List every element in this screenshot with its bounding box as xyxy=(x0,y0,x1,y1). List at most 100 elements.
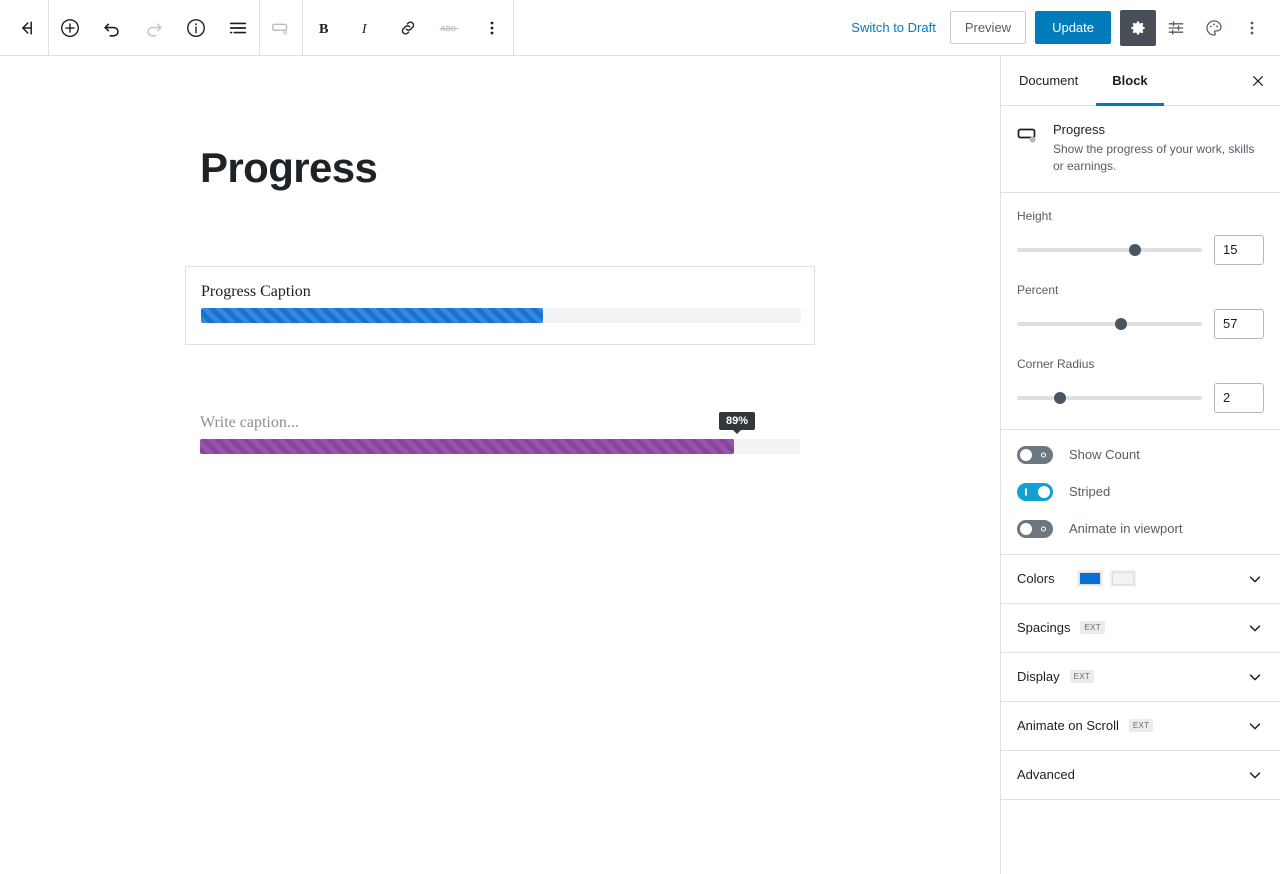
settings-sidebar: Document Block Progress Show the progres… xyxy=(1000,56,1280,874)
percent-input[interactable] xyxy=(1214,308,1264,339)
swatch-primary[interactable] xyxy=(1076,570,1103,588)
text-format-group: B I ABC xyxy=(303,0,513,56)
height-input[interactable] xyxy=(1214,234,1264,265)
animate-in-viewport-row: Animate in viewport xyxy=(1017,519,1264,538)
tab-document[interactable]: Document xyxy=(1003,56,1094,105)
slider-thumb[interactable] xyxy=(1053,391,1066,404)
progress-track: 89% xyxy=(200,412,800,454)
svg-text:B: B xyxy=(319,21,329,37)
block-type-group xyxy=(260,0,302,56)
height-slider[interactable] xyxy=(1017,243,1202,256)
panel-title: Display xyxy=(1017,669,1060,685)
slider-thumb[interactable] xyxy=(1114,317,1127,330)
panel-spacings[interactable]: Spacings EXT xyxy=(1001,604,1280,653)
svg-text:I: I xyxy=(361,21,368,37)
corner-radius-slider[interactable] xyxy=(1017,391,1202,404)
chevron-down-icon xyxy=(1246,619,1264,637)
undo-icon[interactable] xyxy=(91,7,133,49)
toggle-knob xyxy=(1020,522,1032,535)
animate-in-viewport-label: Animate in viewport xyxy=(1069,521,1183,537)
chevron-down-icon xyxy=(1246,570,1264,588)
panel-advanced[interactable]: Advanced xyxy=(1001,751,1280,800)
swatch-background[interactable] xyxy=(1109,570,1136,588)
list-view-icon[interactable] xyxy=(217,7,259,49)
panel-animate-on-scroll[interactable]: Animate on Scroll EXT xyxy=(1001,702,1280,751)
sidebar-tabs: Document Block xyxy=(1001,56,1280,106)
height-label: Height xyxy=(1017,208,1052,223)
chevron-down-icon xyxy=(1246,766,1264,784)
block-tools-icon[interactable] xyxy=(1158,10,1194,46)
toolbar-navigation-group xyxy=(6,0,48,56)
progress-caption-placeholder[interactable]: Write caption... xyxy=(200,414,800,432)
panel-title: Animate on Scroll xyxy=(1017,718,1119,734)
info-icon[interactable] xyxy=(175,7,217,49)
chevron-down-icon xyxy=(1246,717,1264,735)
ext-badge: EXT xyxy=(1080,621,1105,635)
color-palette-icon[interactable] xyxy=(1196,10,1232,46)
show-count-label: Show Count xyxy=(1069,447,1140,463)
toggle-mark xyxy=(1025,488,1027,496)
tab-block[interactable]: Block xyxy=(1096,56,1165,106)
progress-fill: 89% xyxy=(200,412,755,454)
update-button[interactable]: Update xyxy=(1035,11,1111,44)
dimension-controls-section: Height Percent Corner Radius xyxy=(1001,193,1280,430)
strikethrough-icon[interactable]: ABC xyxy=(429,7,471,49)
link-icon[interactable] xyxy=(387,7,429,49)
page-title[interactable]: Progress xyxy=(200,144,378,192)
toggle-mark xyxy=(1041,452,1046,458)
toggle-mark xyxy=(1041,526,1046,532)
editor-canvas: Progress Progress Caption Write caption.… xyxy=(0,56,1000,874)
block-info-card: Progress Show the progress of your work,… xyxy=(1001,106,1280,193)
progress-caption[interactable]: Progress Caption xyxy=(201,283,801,301)
percent-slider[interactable] xyxy=(1017,317,1202,330)
toggle-knob xyxy=(1038,485,1050,498)
height-control: Height xyxy=(1017,209,1264,265)
striped-row: Striped xyxy=(1017,482,1264,501)
ext-badge: EXT xyxy=(1069,670,1095,684)
panel-colors[interactable]: Colors xyxy=(1001,555,1280,604)
panel-title: Advanced xyxy=(1017,767,1075,783)
progress-track xyxy=(201,308,801,323)
ext-badge: EXT xyxy=(1128,719,1154,733)
toolbar-main-group xyxy=(49,0,259,56)
striped-label: Striped xyxy=(1069,484,1111,500)
animate-in-viewport-toggle[interactable] xyxy=(1017,519,1053,538)
more-options-icon[interactable] xyxy=(471,7,513,49)
progress-block-icon[interactable] xyxy=(260,7,302,49)
bold-icon[interactable]: B xyxy=(303,7,345,49)
toggle-knob xyxy=(1020,448,1032,461)
chevron-down-icon xyxy=(1246,668,1264,686)
redo-icon xyxy=(133,7,175,49)
show-count-toggle[interactable] xyxy=(1017,445,1053,464)
corner-radius-label: Corner Radius xyxy=(1017,356,1095,371)
percent-control: Percent xyxy=(1017,283,1264,339)
progress-count-badge: 89% xyxy=(718,412,755,434)
italic-icon[interactable]: I xyxy=(345,7,387,49)
color-swatches xyxy=(1076,570,1136,588)
panel-display[interactable]: Display EXT xyxy=(1001,653,1280,702)
panel-title: Colors xyxy=(1017,571,1055,587)
add-block-icon[interactable] xyxy=(49,7,91,49)
settings-gear-icon[interactable] xyxy=(1120,9,1156,46)
toolbar-divider xyxy=(513,0,514,56)
striped-toggle[interactable] xyxy=(1017,482,1053,501)
switch-to-draft-button[interactable]: Switch to Draft xyxy=(851,20,936,35)
preview-button[interactable]: Preview xyxy=(949,11,1027,44)
progress-block-icon xyxy=(1017,122,1041,176)
block-card-title: Progress xyxy=(1053,122,1106,137)
progress-block-selected[interactable]: Progress Caption xyxy=(185,266,815,345)
show-count-row: Show Count xyxy=(1017,445,1264,464)
editor-toolbar: B I ABC Switch to Draft Preview Update xyxy=(0,0,1280,56)
progress-block[interactable]: Write caption... 89% xyxy=(200,412,800,454)
back-to-dashboard-icon[interactable] xyxy=(6,7,48,49)
corner-radius-control: Corner Radius xyxy=(1017,357,1264,413)
percent-label: Percent xyxy=(1017,282,1059,297)
block-card-description: Show the progress of your work, skills o… xyxy=(1053,142,1255,174)
kebab-menu-icon[interactable] xyxy=(1234,10,1270,46)
progress-fill xyxy=(201,308,543,323)
panel-title: Spacings xyxy=(1017,620,1071,636)
toggle-controls-section: Show Count Striped Animate in viewport xyxy=(1001,430,1280,555)
slider-thumb[interactable] xyxy=(1129,243,1142,256)
corner-radius-input[interactable] xyxy=(1214,382,1264,413)
close-icon[interactable] xyxy=(1236,56,1280,105)
